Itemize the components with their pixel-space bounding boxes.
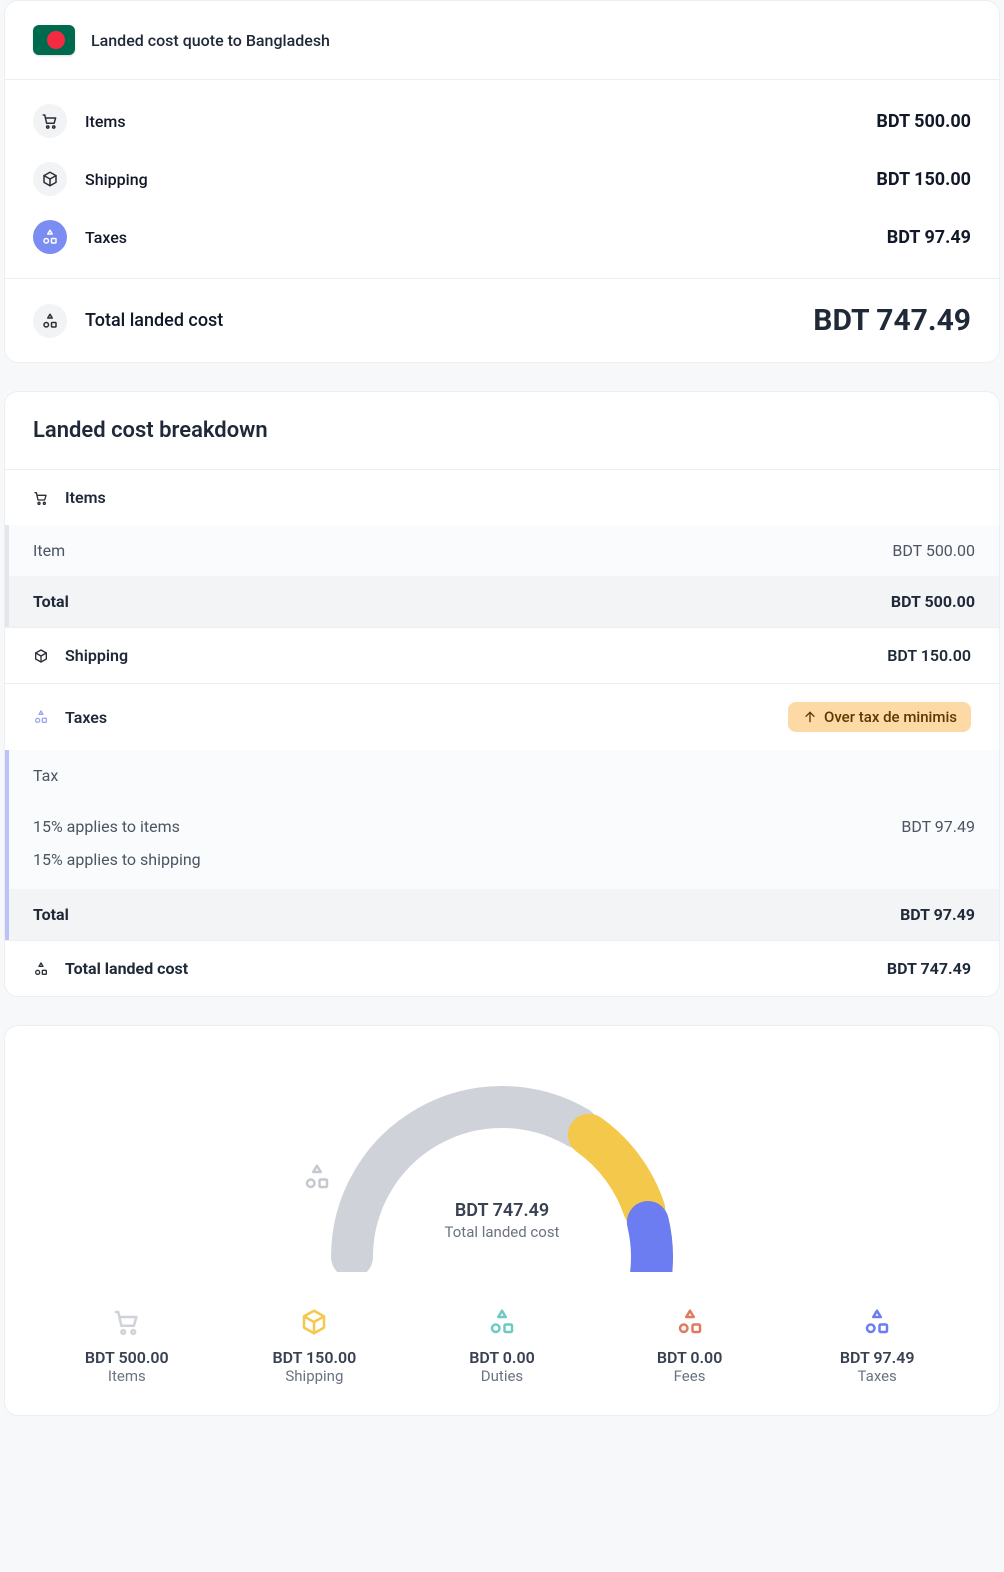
legend-taxes-value: BDT 97.49 bbox=[783, 1348, 971, 1367]
summary-shipping-label: Shipping bbox=[85, 170, 858, 189]
summary-row-items: Items BDT 500.00 bbox=[5, 92, 999, 150]
legend-duties: BDT 0.00 Duties bbox=[408, 1302, 596, 1385]
summary-row-taxes: Taxes BDT 97.49 bbox=[5, 208, 999, 266]
summary-total-row: Total landed cost BDT 747.49 bbox=[5, 278, 999, 362]
legend-fees-caption: Fees bbox=[596, 1367, 784, 1385]
shapes-icon bbox=[302, 1162, 332, 1192]
breakdown-tax-line2: 15% applies to shipping bbox=[33, 850, 975, 869]
legend-shipping-value: BDT 150.00 bbox=[221, 1348, 409, 1367]
de-minimis-badge: Over tax de minimis bbox=[788, 702, 971, 732]
breakdown-taxes-total-label: Total bbox=[33, 905, 900, 924]
de-minimis-text: Over tax de minimis bbox=[824, 708, 957, 726]
shapes-icon bbox=[862, 1307, 892, 1337]
breakdown-item-label: Item bbox=[33, 541, 880, 560]
breakdown-tax-label-row: Tax bbox=[5, 750, 999, 801]
summary-total-label: Total landed cost bbox=[85, 310, 795, 331]
breakdown-items-total-label: Total bbox=[33, 592, 891, 611]
breakdown-grand-total-value: BDT 747.49 bbox=[887, 959, 971, 978]
legend-items-value: BDT 500.00 bbox=[33, 1348, 221, 1367]
summary-row-shipping: Shipping BDT 150.00 bbox=[5, 150, 999, 208]
breakdown-grand-total-row: Total landed cost BDT 747.49 bbox=[5, 940, 999, 996]
summary-items-label: Items bbox=[85, 112, 858, 131]
package-icon bbox=[33, 162, 67, 196]
summary-items-value: BDT 500.00 bbox=[876, 111, 971, 132]
breakdown-item-value: BDT 500.00 bbox=[892, 541, 975, 560]
breakdown-shipping-label: Shipping bbox=[65, 646, 871, 665]
breakdown-tax-line1-value: BDT 97.49 bbox=[901, 817, 975, 836]
breakdown-title: Landed cost breakdown bbox=[5, 392, 999, 469]
gauge-legend: BDT 500.00 Items BDT 150.00 Shipping BDT… bbox=[33, 1302, 971, 1385]
legend-shipping-caption: Shipping bbox=[221, 1367, 409, 1385]
shapes-icon bbox=[675, 1307, 705, 1337]
legend-items-caption: Items bbox=[33, 1367, 221, 1385]
breakdown-shipping-value: BDT 150.00 bbox=[887, 646, 971, 665]
legend-shipping: BDT 150.00 Shipping bbox=[221, 1302, 409, 1385]
breakdown-item-row: Item BDT 500.00 bbox=[5, 525, 999, 576]
legend-fees-value: BDT 0.00 bbox=[596, 1348, 784, 1367]
breakdown-items-label: Items bbox=[65, 488, 106, 507]
cart-icon bbox=[33, 104, 67, 138]
gauge-card: BDT 747.49 Total landed cost BDT 500.00 … bbox=[4, 1025, 1000, 1416]
summary-shipping-value: BDT 150.00 bbox=[876, 169, 971, 190]
summary-taxes-label: Taxes bbox=[85, 228, 869, 247]
breakdown-items-total-value: BDT 500.00 bbox=[891, 592, 975, 611]
taxes-icon bbox=[33, 709, 49, 725]
breakdown-taxes-label: Taxes bbox=[65, 708, 107, 727]
breakdown-grand-total-label: Total landed cost bbox=[65, 959, 871, 978]
breakdown-shipping-row: Shipping BDT 150.00 bbox=[5, 627, 999, 683]
breakdown-taxes-header: Taxes Over tax de minimis bbox=[5, 683, 999, 750]
shapes-icon bbox=[487, 1307, 517, 1337]
breakdown-taxes-total-value: BDT 97.49 bbox=[900, 905, 975, 924]
cart-icon bbox=[112, 1307, 142, 1337]
legend-duties-value: BDT 0.00 bbox=[408, 1348, 596, 1367]
arrow-up-icon bbox=[802, 709, 818, 725]
package-icon bbox=[299, 1307, 329, 1337]
breakdown-items-total-row: Total BDT 500.00 bbox=[5, 576, 999, 627]
breakdown-tax-label: Tax bbox=[33, 766, 975, 785]
breakdown-card: Landed cost breakdown Items Item BDT 500… bbox=[4, 391, 1000, 997]
page-title: Landed cost quote to Bangladesh bbox=[91, 31, 330, 50]
legend-items: BDT 500.00 Items bbox=[33, 1302, 221, 1385]
legend-duties-caption: Duties bbox=[408, 1367, 596, 1385]
summary-header: Landed cost quote to Bangladesh bbox=[5, 1, 999, 80]
summary-taxes-value: BDT 97.49 bbox=[887, 227, 971, 248]
legend-fees: BDT 0.00 Fees bbox=[596, 1302, 784, 1385]
legend-taxes: BDT 97.49 Taxes bbox=[783, 1302, 971, 1385]
cart-icon bbox=[33, 490, 49, 506]
gauge-chart: BDT 747.49 Total landed cost bbox=[302, 1062, 702, 1262]
breakdown-items-header: Items bbox=[5, 469, 999, 525]
bangladesh-flag-icon bbox=[33, 25, 75, 55]
breakdown-tax-line1: 15% applies to items bbox=[33, 817, 901, 836]
summary-card: Landed cost quote to Bangladesh Items BD… bbox=[4, 0, 1000, 363]
breakdown-taxes-total-row: Total BDT 97.49 bbox=[5, 889, 999, 940]
summary-total-value: BDT 747.49 bbox=[813, 303, 971, 338]
shapes-icon bbox=[33, 304, 67, 338]
shapes-icon bbox=[33, 961, 49, 977]
breakdown-tax-detail: 15% applies to items BDT 97.49 15% appli… bbox=[5, 801, 999, 889]
taxes-icon bbox=[33, 220, 67, 254]
legend-taxes-caption: Taxes bbox=[783, 1367, 971, 1385]
package-icon bbox=[33, 648, 49, 664]
gauge-amount: BDT 747.49 bbox=[302, 1200, 702, 1221]
gauge-caption: Total landed cost bbox=[302, 1223, 702, 1241]
